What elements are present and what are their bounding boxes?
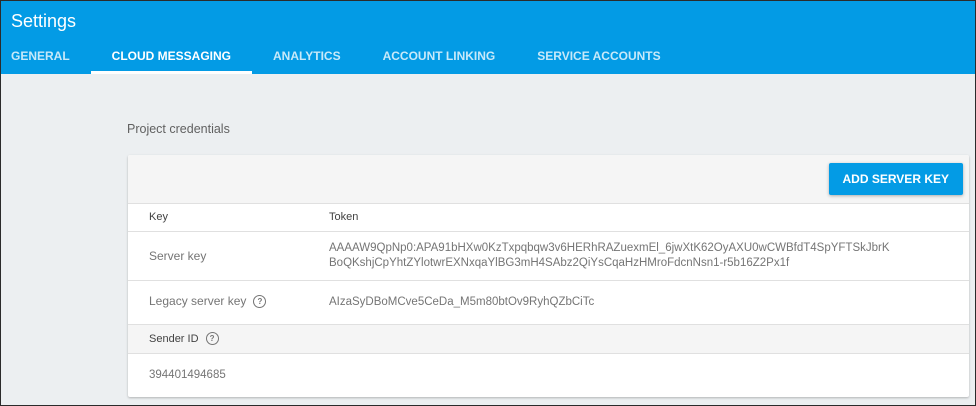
tab-service-accounts[interactable]: SERVICE ACCOUNTS: [516, 41, 681, 74]
credentials-card: ADD SERVER KEY Key Token Server key AAAA…: [128, 155, 969, 397]
table-row-server-key: Server key AAAAW9QpNp0:APA91bHXw0KzTxpqb…: [128, 232, 969, 281]
column-header-token: Token: [329, 211, 359, 223]
sender-id-header-row: Sender ID ?: [128, 325, 969, 354]
section-label: Project credentials: [127, 122, 230, 136]
legacy-key-label: Legacy server key: [149, 294, 247, 308]
page-title: Settings: [11, 11, 77, 31]
add-server-key-button[interactable]: ADD SERVER KEY: [828, 163, 963, 195]
tab-cloud-messaging[interactable]: CLOUD MESSAGING: [90, 41, 253, 74]
tab-analytics[interactable]: ANALYTICS: [252, 41, 362, 74]
table-header-row: Key Token: [128, 204, 969, 232]
app-header: Settings GENERAL CLOUD MESSAGING ANALYTI…: [1, 1, 975, 74]
legacy-key-label-wrap: Legacy server key ?: [149, 294, 267, 308]
server-key-label: Server key: [149, 249, 207, 263]
tab-general[interactable]: GENERAL: [1, 41, 91, 74]
server-key-value-line2: BoQKshjCpYhtZYlotwrEXNxqaYlBG3mH4SAbz2Qi…: [329, 257, 790, 269]
card-toolbar: ADD SERVER KEY: [128, 155, 969, 204]
tab-bar: GENERAL CLOUD MESSAGING ANALYTICS ACCOUN…: [1, 41, 682, 74]
table-row-legacy-key: Legacy server key ? AIzaSyDBoMCve5CeDa_M…: [128, 281, 969, 325]
server-key-value-line1: AAAAW9QpNp0:APA91bHXw0KzTxpqbqw3v6HERhRA…: [329, 242, 890, 254]
help-circle-icon[interactable]: ?: [253, 294, 267, 308]
sender-id-row: 394401494685: [128, 354, 969, 397]
sender-id-label-wrap: Sender ID ?: [149, 332, 219, 345]
tab-account-linking[interactable]: ACCOUNT LINKING: [362, 41, 517, 74]
legacy-key-value[interactable]: AIzaSyDBoMCve5CeDa_M5m80btOv9RyhQZbCiTc: [329, 295, 594, 310]
sender-id-label: Sender ID: [149, 332, 199, 345]
column-header-key: Key: [149, 211, 168, 223]
server-key-value[interactable]: AAAAW9QpNp0:APA91bHXw0KzTxpqbqw3v6HERhRA…: [329, 241, 890, 271]
sender-id-value[interactable]: 394401494685: [149, 368, 226, 383]
help-circle-icon[interactable]: ?: [205, 332, 219, 345]
